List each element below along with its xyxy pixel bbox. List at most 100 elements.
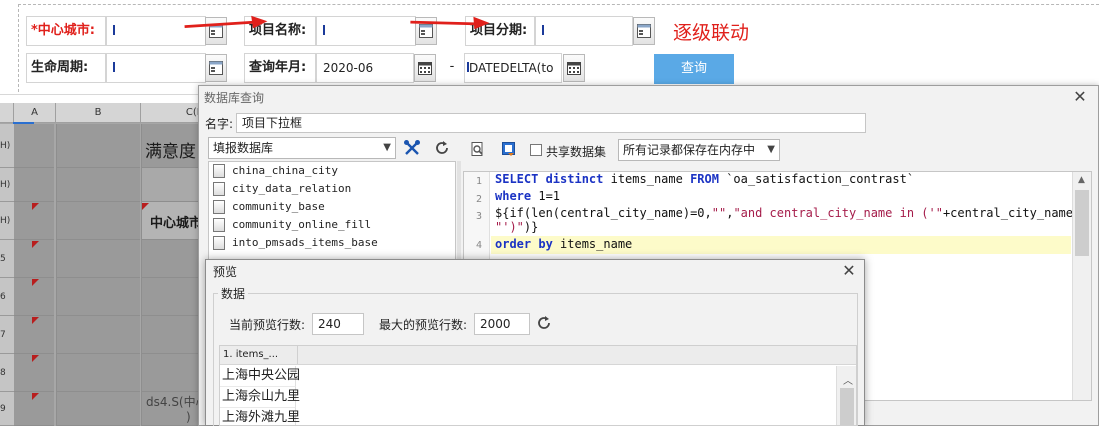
list-item[interactable]: china_china_city (209, 162, 455, 180)
calendar-icon (418, 62, 432, 75)
row-header[interactable]: 6 (0, 278, 14, 316)
list-icon (209, 61, 223, 75)
sheet-cell[interactable] (56, 354, 140, 392)
preview-icon (471, 142, 483, 156)
row-header[interactable]: H) (0, 168, 14, 202)
list-icon (637, 24, 651, 38)
table-row[interactable]: 上海外滩九里 (220, 408, 300, 425)
column-header-b[interactable]: B (56, 103, 141, 123)
sheet-cell[interactable] (141, 278, 203, 316)
row-header[interactable]: 9 (0, 392, 14, 426)
connection-settings-button[interactable] (400, 137, 424, 159)
list-item[interactable]: into_pmsads_items_base (209, 234, 455, 252)
row-header[interactable]: 7 (0, 316, 14, 354)
share-dataset-label: 共享数据集 (546, 145, 607, 159)
grid-header-row: 1. items_... (220, 346, 856, 365)
cell-comment-marker (32, 317, 39, 324)
cell-comment-marker (32, 241, 39, 248)
sheet-cell[interactable] (56, 202, 140, 240)
grid-scrollbar[interactable]: ︿ (836, 366, 856, 425)
query-month-label: 查询年月: (244, 53, 316, 83)
list-item[interactable]: community_base (209, 198, 455, 216)
preview-grid: 1. items_... 上海中央公园 上海佘山九里 上海外滩九里 ︿ (219, 345, 857, 426)
refresh-preview-button[interactable] (536, 315, 554, 333)
lifecycle-dropdown-button[interactable] (205, 54, 227, 82)
start-month-input[interactable]: 2020-06 (316, 53, 414, 83)
table-row[interactable]: 上海中央公园 (220, 366, 300, 387)
sheet-title-text: 满意度 (145, 142, 196, 162)
dataset-name-input[interactable]: 项目下拉框 (236, 113, 866, 133)
table-icon (213, 182, 225, 196)
list-item[interactable]: community_online_fill (209, 216, 455, 234)
data-group-label: 数据 (218, 285, 249, 302)
scroll-up-icon[interactable]: ▲ (1078, 175, 1085, 185)
share-dataset-checkbox[interactable] (530, 144, 542, 156)
range-separator: - (449, 59, 455, 74)
panel-border (18, 4, 1099, 5)
column-header-items-name[interactable]: 1. items_... (220, 346, 298, 364)
query-button[interactable]: 查询 (654, 54, 734, 84)
end-month-input[interactable]: DATEDELTA(to (464, 53, 562, 83)
max-rows-input[interactable]: 2000 (474, 313, 530, 335)
splitter-handle[interactable] (457, 161, 461, 261)
sheet-cell[interactable] (56, 278, 140, 316)
refresh-icon (436, 141, 448, 154)
line-number: 1 (475, 176, 482, 187)
sheet-cell[interactable] (14, 124, 54, 168)
table-row[interactable]: 上海佘山九里 (220, 387, 300, 408)
sheet-cell[interactable] (56, 168, 140, 202)
row-header[interactable]: 5 (0, 240, 14, 278)
chevron-down-icon: ▼ (767, 144, 775, 155)
parameter-icon (502, 142, 515, 156)
row-header[interactable]: H) (0, 124, 14, 168)
sheet-cell[interactable] (141, 240, 203, 278)
cascade-note: 逐级联动 (673, 22, 750, 44)
scroll-up-icon[interactable]: ︿ (843, 372, 853, 387)
storage-mode-select[interactable]: 所有记录都保存在内存中 ▼ (618, 139, 780, 161)
list-item[interactable]: city_data_relation (209, 180, 455, 198)
parameter-button[interactable] (497, 138, 521, 160)
cell-comment-marker (32, 393, 39, 400)
datasource-select[interactable]: 填报数据库 ▼ (208, 137, 396, 159)
refresh-icon (538, 316, 550, 329)
sheet-cell[interactable] (56, 124, 140, 168)
line-number: 2 (475, 194, 482, 205)
name-label: 名字: (205, 117, 234, 131)
preview-button[interactable] (466, 138, 490, 160)
text-caret (323, 24, 325, 35)
panel-border (18, 4, 19, 92)
item-stage-input[interactable] (535, 16, 633, 46)
sheet-cell[interactable] (141, 316, 203, 354)
sheet-cell[interactable] (141, 354, 203, 392)
close-icon[interactable]: ✕ (1072, 89, 1088, 105)
sheet-cell[interactable] (56, 316, 140, 354)
scrollbar-thumb[interactable] (840, 388, 854, 425)
editor-scrollbar[interactable]: ▲ (1072, 172, 1091, 400)
refresh-tables-button[interactable] (430, 137, 454, 159)
end-month-calendar-button[interactable] (563, 54, 585, 82)
calendar-icon (567, 62, 581, 75)
end-month-value: DATEDELTA(to (469, 61, 554, 75)
item-name-input[interactable] (316, 16, 416, 46)
sheet-cell[interactable] (141, 168, 203, 202)
table-icon (213, 218, 225, 232)
row-header[interactable]: 8 (0, 354, 14, 392)
max-rows-label: 最大的预览行数: (379, 318, 468, 332)
scrollbar-thumb[interactable] (1075, 190, 1089, 256)
cell-comment-marker (32, 279, 39, 286)
current-rows-input[interactable]: 240 (312, 313, 364, 335)
column-header-a[interactable]: A (14, 103, 56, 123)
sheet-cell[interactable] (56, 392, 140, 426)
sql-line-1: SELECT distinct items_name FROM `oa_sati… (495, 172, 915, 186)
red-arrow-icon (410, 16, 490, 30)
row-header[interactable]: H) (0, 202, 14, 240)
close-icon[interactable]: ✕ (841, 263, 857, 279)
sheet-cell[interactable] (56, 240, 140, 278)
dialog-title: 数据库查询 (204, 91, 265, 105)
start-month-calendar-button[interactable] (414, 54, 436, 82)
sheet-cell[interactable] (14, 168, 54, 202)
item-stage-dropdown-button[interactable] (633, 17, 655, 45)
lifecycle-input[interactable] (106, 53, 206, 83)
corner-cell[interactable] (0, 103, 14, 123)
sheet-header-text: 中心城市 (150, 216, 203, 231)
